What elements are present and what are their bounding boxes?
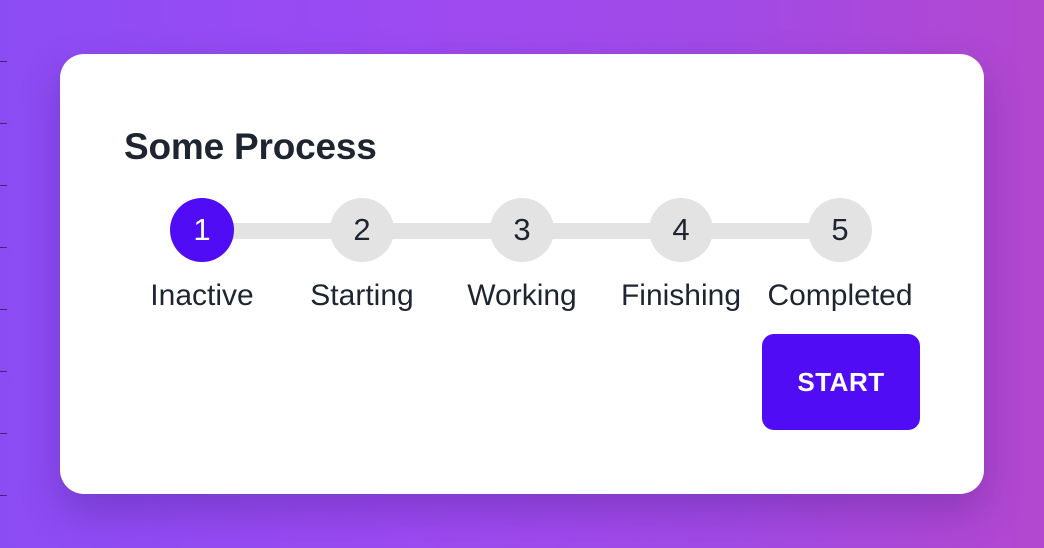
- edge-ticks: [0, 0, 8, 548]
- step-indicator: 4: [649, 198, 713, 262]
- step-starting: 2 Starting: [282, 198, 442, 313]
- step-indicator: 1: [170, 198, 234, 262]
- step-completed: 5 Completed: [760, 198, 920, 313]
- step-label: Finishing: [620, 279, 742, 312]
- process-stepper: 1 Inactive 2 Starting 3 Working 4 Finish…: [144, 198, 924, 318]
- edge-tick: [0, 123, 7, 124]
- edge-tick: [0, 495, 7, 496]
- edge-tick: [0, 433, 7, 434]
- edge-tick: [0, 61, 7, 62]
- step-indicator: 5: [808, 198, 872, 262]
- edge-tick: [0, 309, 7, 310]
- edge-tick: [0, 247, 7, 248]
- process-title: Some Process: [124, 126, 377, 167]
- step-indicator: 3: [490, 198, 554, 262]
- edge-tick: [0, 185, 7, 186]
- step-working: 3 Working: [442, 198, 602, 313]
- step-label: Completed: [767, 279, 913, 312]
- step-label: Starting: [310, 279, 414, 312]
- process-card: Some Process 1 Inactive 2 Starting 3 Wor…: [60, 54, 984, 494]
- step-label: Inactive: [150, 279, 254, 312]
- edge-tick: [0, 371, 7, 372]
- step-indicator: 2: [330, 198, 394, 262]
- start-button[interactable]: START: [762, 334, 920, 430]
- step-label: Working: [467, 279, 577, 312]
- step-inactive: 1 Inactive: [122, 198, 282, 313]
- step-finishing: 4 Finishing: [601, 198, 761, 313]
